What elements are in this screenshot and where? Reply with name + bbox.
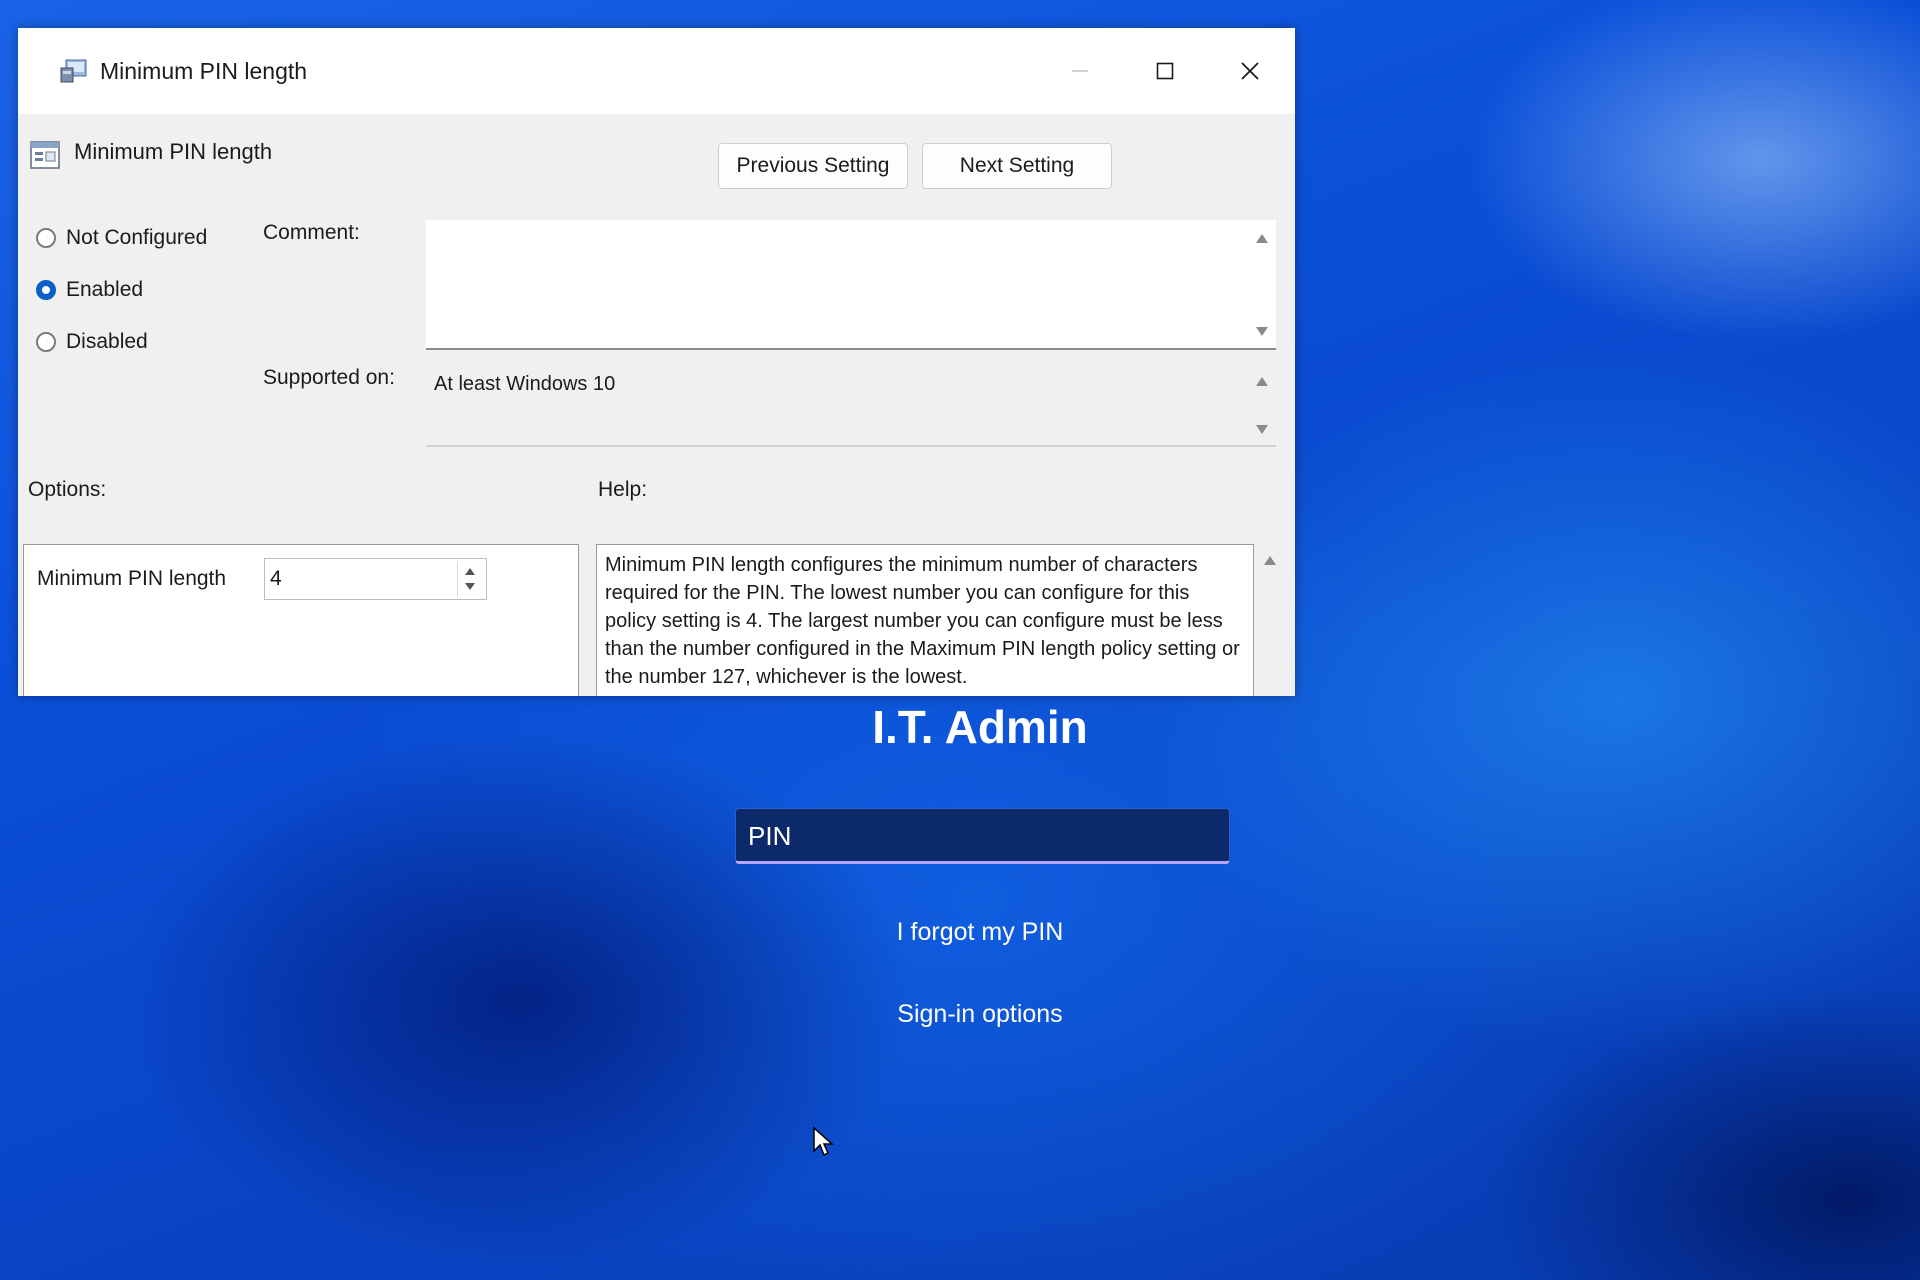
radio-label: Disabled	[66, 330, 148, 353]
minimize-icon	[1072, 70, 1088, 72]
help-text: Minimum PIN length configures the minimu…	[605, 554, 1240, 688]
scroll-down-icon[interactable]	[1256, 425, 1268, 434]
radio-button[interactable]	[36, 228, 56, 248]
radio-label: Not Configured	[66, 226, 208, 249]
forgot-pin-link[interactable]: I forgot my PIN	[740, 918, 1220, 947]
spin-up-icon[interactable]	[465, 568, 475, 575]
radio-button[interactable]	[36, 332, 56, 352]
policy-window: Minimum PIN length Minimum PIN length Pr…	[18, 28, 1295, 696]
scroll-up-icon[interactable]	[1256, 377, 1268, 386]
radio-disabled[interactable]: Disabled	[36, 327, 148, 357]
policy-setting-icon	[30, 141, 60, 169]
comment-label: Comment:	[263, 221, 360, 244]
comment-textarea[interactable]	[426, 220, 1276, 350]
supported-on-value: At least Windows 10	[434, 373, 616, 395]
radio-button[interactable]	[36, 280, 56, 300]
close-icon	[1241, 62, 1259, 80]
previous-setting-button[interactable]: Previous Setting	[718, 143, 908, 189]
options-panel: Minimum PIN length	[23, 544, 579, 696]
close-button[interactable]	[1220, 46, 1280, 96]
min-pin-length-label: Minimum PIN length	[37, 567, 227, 590]
radio-not-configured[interactable]: Not Configured	[36, 223, 207, 253]
minimize-button[interactable]	[1050, 46, 1110, 96]
min-pin-length-spinner[interactable]	[264, 558, 487, 600]
supported-on-label: Supported on:	[263, 366, 395, 389]
lock-user-name: I.T. Admin	[872, 701, 1088, 753]
options-label: Options:	[28, 478, 107, 501]
mouse-cursor-icon	[813, 1127, 834, 1157]
policy-editor-icon	[60, 59, 87, 83]
scroll-up-icon[interactable]	[1256, 234, 1268, 243]
sign-in-options-link[interactable]: Sign-in options	[740, 1000, 1220, 1029]
window-title: Minimum PIN length	[100, 58, 308, 84]
min-pin-length-input[interactable]	[268, 563, 452, 595]
title-bar[interactable]: Minimum PIN length	[18, 28, 1295, 114]
radio-label: Enabled	[66, 278, 144, 301]
help-scroll-up-icon[interactable]	[1264, 556, 1276, 565]
radio-enabled[interactable]: Enabled	[36, 275, 143, 305]
maximize-button[interactable]	[1135, 46, 1195, 96]
spin-down-icon[interactable]	[465, 583, 475, 590]
help-panel: Minimum PIN length configures the minimu…	[596, 544, 1254, 696]
supported-on-box: At least Windows 10	[426, 363, 1276, 447]
pin-field[interactable]	[735, 808, 1230, 864]
next-setting-button[interactable]: Next Setting	[922, 143, 1112, 189]
maximize-icon	[1156, 62, 1174, 80]
scroll-down-icon[interactable]	[1256, 327, 1268, 336]
spinner-buttons[interactable]	[457, 561, 484, 597]
help-label: Help:	[598, 478, 648, 501]
pin-input[interactable]	[746, 809, 1220, 863]
policy-name: Minimum PIN length	[74, 139, 273, 164]
